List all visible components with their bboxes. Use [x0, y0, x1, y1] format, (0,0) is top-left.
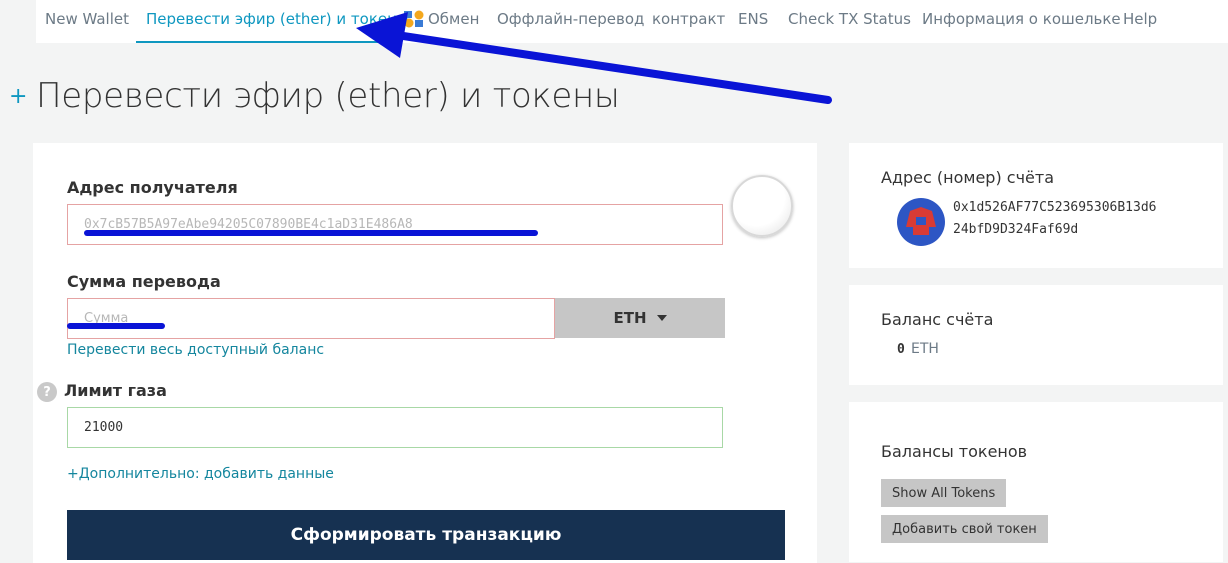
- recipient-address-input[interactable]: 0x7cB57B5A97eAbe94205C07890BE4c1aD31E486…: [67, 204, 723, 245]
- amount-input[interactable]: Сумма: [67, 298, 555, 339]
- unit-label: ETH: [613, 309, 647, 327]
- gas-limit-value: 21000: [84, 420, 124, 435]
- recipient-label: Адрес получателя: [67, 178, 238, 197]
- send-all-balance-link[interactable]: Перевести весь доступный баланс: [67, 342, 324, 358]
- gas-limit-input[interactable]: 21000: [67, 407, 723, 448]
- add-custom-token-label: Добавить свой токен: [892, 521, 1037, 537]
- account-identicon: [897, 198, 945, 246]
- token-balances-label: Балансы токенов: [881, 442, 1028, 461]
- account-address-line1: 0x1d526AF77C523695306B13d6: [953, 200, 1157, 215]
- recipient-identicon: [731, 175, 793, 237]
- nav-help[interactable]: Help: [1123, 10, 1157, 28]
- unit-dropdown[interactable]: ETH: [555, 298, 725, 338]
- account-balance-card: [849, 285, 1223, 385]
- show-all-tokens-button[interactable]: Show All Tokens: [881, 479, 1007, 507]
- amount-label: Сумма перевода: [67, 272, 221, 291]
- show-all-tokens-label: Show All Tokens: [892, 485, 996, 501]
- balance-unit: ETH: [911, 341, 939, 357]
- gas-limit-label: Лимит газа: [64, 381, 167, 400]
- nav-new-wallet[interactable]: New Wallet: [45, 10, 129, 28]
- help-icon[interactable]: ?: [37, 382, 57, 402]
- account-balance-label: Баланс счёта: [881, 310, 994, 329]
- advanced-data-link[interactable]: +Дополнительно: добавить данные: [67, 466, 334, 482]
- balance-value: 0: [897, 342, 905, 357]
- account-address-line2: 24bfD9D324Faf69d: [953, 222, 1079, 237]
- add-custom-token-button[interactable]: Добавить свой токен: [881, 515, 1048, 543]
- expand-plus-icon[interactable]: +: [9, 84, 27, 109]
- annotation-underline-amount: [67, 323, 165, 329]
- annotation-arrow-icon: [356, 12, 832, 104]
- nav-wallet-info[interactable]: Информация о кошельке: [922, 10, 1121, 28]
- chevron-down-icon: [656, 315, 667, 321]
- account-address-label: Адрес (номер) счёта: [881, 168, 1054, 187]
- annotation-underline-address: [84, 230, 538, 236]
- submit-label: Сформировать транзакцию: [290, 525, 562, 545]
